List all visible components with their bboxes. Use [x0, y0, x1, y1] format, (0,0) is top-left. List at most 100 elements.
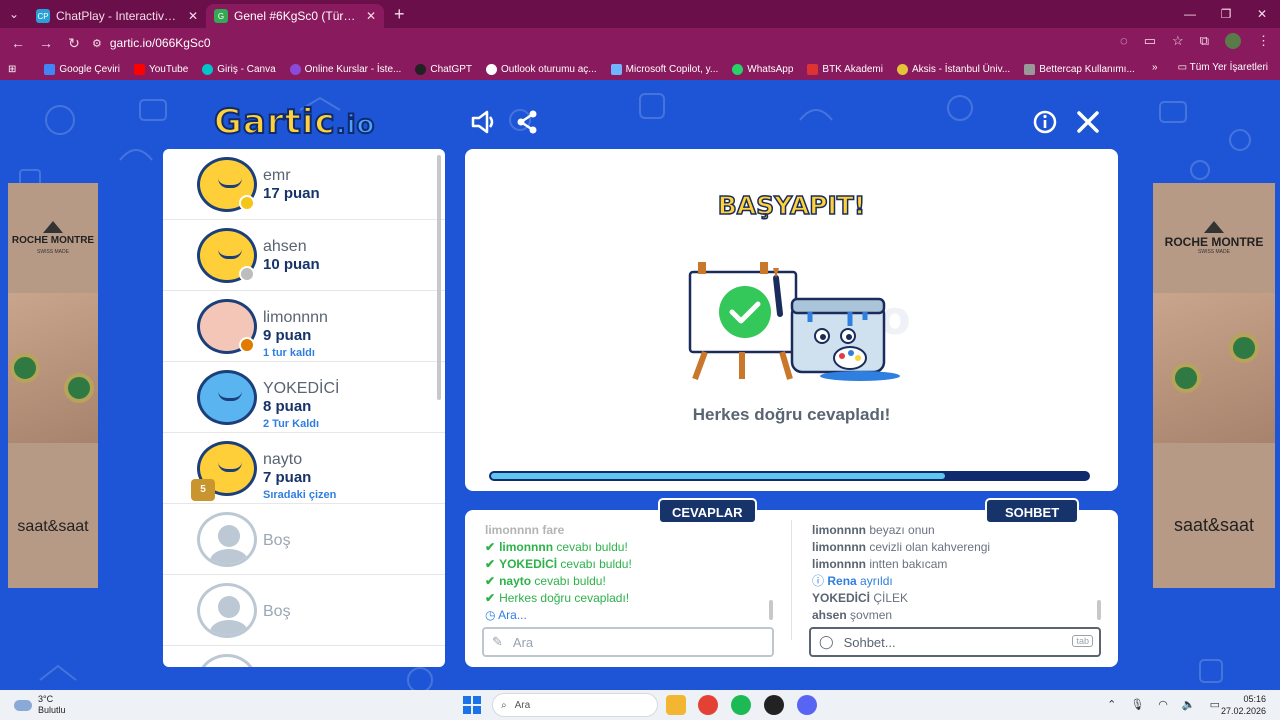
bookmark-favicon-icon: [610, 63, 622, 75]
file-explorer-icon[interactable]: [666, 695, 686, 715]
chevron-up-icon[interactable]: ⌃: [1107, 698, 1116, 711]
answer-item: ◷ Ara...: [485, 608, 527, 622]
player-row[interactable]: YOKEDİCİ 8 puan 2 Tur Kaldı: [163, 362, 445, 433]
reload-icon[interactable]: ↻: [60, 35, 88, 52]
bookmark-favicon-icon: [44, 63, 56, 75]
close-window-icon[interactable]: ✕: [1244, 0, 1280, 28]
bookmark-item[interactable]: Giriş - Canva: [202, 63, 276, 75]
answer-item: ✔ Herkes doğru cevapladı!: [485, 591, 630, 605]
all-bookmarks[interactable]: ▭ Tüm Yer İşaretleri: [1178, 62, 1268, 73]
chat-list: limonnnn beyazı onun limonnnn cevizli ol…: [812, 522, 1092, 624]
restore-icon[interactable]: ❐: [1208, 0, 1244, 28]
tab-chatplay[interactable]: CP ChatPlay - Interactive Viewer G ✕: [28, 4, 206, 28]
bookmark-item[interactable]: ChatGPT: [415, 63, 472, 75]
player-points: 8 puan: [263, 398, 312, 415]
watch-icon: [1171, 363, 1201, 393]
ad-store: saat&saat: [17, 518, 89, 535]
forward-icon[interactable]: →: [32, 35, 60, 51]
bookmark-item[interactable]: Online Kurslar - İste...: [289, 63, 401, 75]
chat-input[interactable]: ◯ Sohbet... tab: [809, 627, 1101, 657]
discord-icon[interactable]: [797, 695, 817, 715]
player-turns-left: 2 Tur Kaldı: [263, 418, 320, 430]
address-bar-actions: ◌ ▭ ☆ ⧉ ⋮: [1120, 33, 1270, 49]
menu-icon[interactable]: ⋮: [1257, 33, 1270, 49]
left-advertisement[interactable]: ROCHE MONTRE SWISS MADE saat&saat: [8, 183, 98, 588]
bookmark-item[interactable]: Aksis - İstanbul Üniv...: [897, 63, 1010, 75]
player-row[interactable]: limonnnn 9 puan 1 tur kaldı: [163, 291, 445, 362]
taskbar-search[interactable]: ⌕ Ara: [492, 693, 658, 717]
gartic-logo[interactable]: Gartic.io: [213, 101, 375, 143]
brand-logo-icon: [43, 221, 63, 233]
clock[interactable]: 05:16 27.02.2026: [1221, 693, 1266, 717]
chrome-icon[interactable]: [698, 695, 718, 715]
cast-icon[interactable]: ▭: [1144, 33, 1156, 49]
bookmark-item[interactable]: Microsoft Copilot, y...: [610, 63, 718, 75]
player-name: YOKEDİCİ: [263, 380, 340, 397]
apps-icon[interactable]: ⊞: [8, 64, 16, 75]
close-tab-icon[interactable]: ✕: [188, 9, 198, 23]
bookmark-favicon-icon: [486, 63, 498, 75]
weather-widget[interactable]: 3°C Bulutlu: [14, 694, 66, 716]
app-icon[interactable]: [764, 695, 784, 715]
check-icon: ✔: [485, 540, 496, 554]
tab-gartic[interactable]: G Genel #6KgSc0 (Türkçe) - G ✕: [206, 4, 384, 28]
bookmark-item[interactable]: Bettercap Kullanımı...: [1024, 63, 1135, 75]
info-icon: ⓘ: [812, 574, 825, 588]
new-tab-icon[interactable]: +: [394, 4, 405, 25]
volume-icon[interactable]: 🔈: [1182, 698, 1196, 711]
empty-slot: [163, 646, 445, 667]
player-row[interactable]: emr 17 puan: [163, 149, 445, 220]
chat-scrollbar[interactable]: [1097, 600, 1101, 620]
chat-message: limonnnn intten bakıcam: [812, 557, 948, 571]
player-row[interactable]: 5 nayto 7 puan Sıradaki çizen: [163, 433, 445, 504]
answer-item: ✔ limonnnn cevabı buldu!: [485, 540, 628, 554]
bookmark-item[interactable]: WhatsApp: [732, 63, 793, 75]
empty-slot: Boş: [163, 504, 445, 575]
status-dot: [239, 266, 255, 282]
star-icon[interactable]: ☆: [1172, 33, 1184, 49]
check-icon: ✔: [485, 591, 496, 605]
close-tab-icon[interactable]: ✕: [366, 9, 376, 23]
windows-start-icon[interactable]: [463, 696, 481, 714]
progress-fill: [491, 473, 945, 479]
bookmark-item[interactable]: Google Çeviri: [44, 63, 120, 75]
tab-title: Genel #6KgSc0 (Türkçe) - G: [234, 9, 360, 23]
ad-arm-image: [1153, 293, 1275, 443]
answers-tab[interactable]: CEVAPLAR: [658, 498, 757, 524]
player-avatar: [197, 370, 257, 425]
profile-avatar[interactable]: [1225, 33, 1241, 49]
bookmark-item[interactable]: YouTube: [133, 63, 188, 75]
pencil-icon: ✎: [492, 634, 503, 649]
share-icon[interactable]: [512, 108, 542, 138]
spotify-icon[interactable]: [731, 695, 751, 715]
battery-icon[interactable]: ▭: [1210, 698, 1220, 711]
chat-tab[interactable]: SOHBET: [985, 498, 1080, 524]
next-drawer-label: Sıradaki çizen: [263, 489, 337, 501]
eye-off-icon[interactable]: ◌: [1120, 33, 1128, 49]
back-icon[interactable]: ←: [4, 35, 32, 51]
url-field[interactable]: ⚙ gartic.io/066KgSc0: [92, 32, 1172, 54]
players-scrollbar[interactable]: [437, 155, 441, 400]
bookmark-favicon-icon: [732, 63, 744, 75]
sound-icon[interactable]: [468, 108, 498, 138]
answer-input[interactable]: ✎ Ara: [482, 627, 774, 657]
close-icon[interactable]: [1073, 108, 1103, 138]
player-row[interactable]: ahsen 10 puan: [163, 220, 445, 291]
microphone-icon[interactable]: 🎙: [1130, 698, 1144, 711]
minimize-icon[interactable]: —: [1172, 0, 1208, 28]
system-tray: ⌃ 🎙 ◠ 🔈 ▭: [1107, 698, 1220, 711]
more-bookmarks-icon[interactable]: »: [1152, 62, 1158, 73]
site-info-icon[interactable]: ⚙: [92, 37, 102, 50]
trophy-icon: 5: [191, 479, 215, 501]
answers-scrollbar[interactable]: [769, 600, 773, 620]
bookmark-item[interactable]: Outlook oturumu aç...: [486, 63, 597, 75]
ad-brand: ROCHE MONTRE: [11, 235, 95, 246]
search-icon: ⌕: [501, 699, 507, 711]
tab-search-icon[interactable]: ⌄: [0, 0, 28, 28]
cloud-icon: [14, 699, 32, 711]
right-advertisement[interactable]: ROCHE MONTRE SWISS MADE saat&saat: [1153, 183, 1275, 588]
info-icon[interactable]: [1030, 108, 1060, 138]
extensions-icon[interactable]: ⧉: [1200, 33, 1209, 49]
wifi-icon[interactable]: ◠: [1158, 698, 1168, 711]
bookmark-item[interactable]: BTK Akademi: [807, 63, 883, 75]
